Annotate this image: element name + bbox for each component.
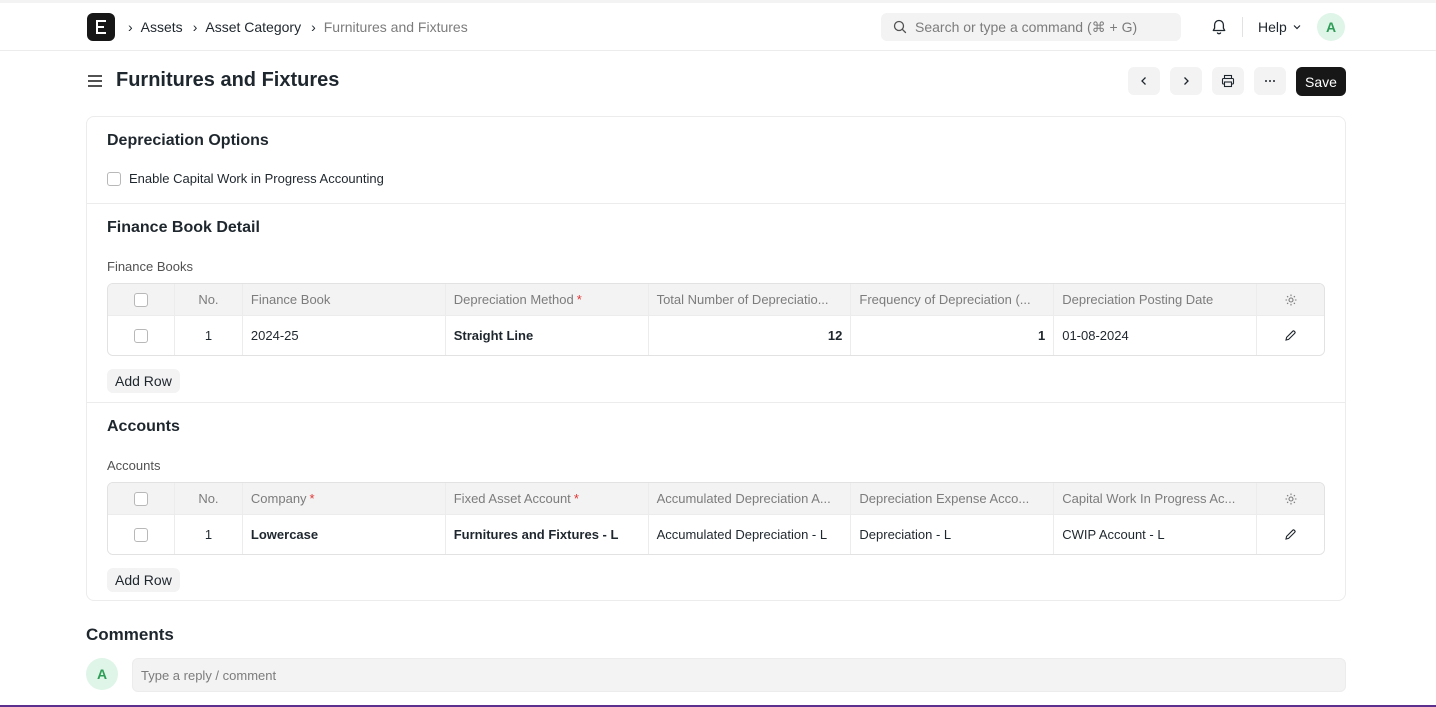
comment-input[interactable] <box>141 667 1337 683</box>
accumulated-depreciation-cell[interactable]: Accumulated Depreciation - L <box>649 515 852 554</box>
gear-icon <box>1285 493 1297 504</box>
row-checkbox[interactable] <box>133 328 148 343</box>
column-header: Frequency of Depreciation (... <box>851 284 1055 315</box>
chevron-right-icon <box>1184 77 1189 85</box>
breadcrumb: › Assets › Asset Category › Furnitures a… <box>128 17 478 37</box>
logo-e-icon <box>96 20 106 34</box>
accounts-table: No. Company * Fixed Asset Account * Accumu… <box>107 482 1325 555</box>
section-title-accounts: Accounts <box>107 418 180 435</box>
accounts-label: Accounts <box>107 458 161 473</box>
column-header-required: Depreciation Method * <box>446 284 649 315</box>
ellipsis-icon <box>1265 80 1275 82</box>
row-number: 1 <box>175 515 243 554</box>
comment-avatar: A <box>86 658 118 690</box>
cwip-account-cell[interactable]: CWIP Account - L <box>1054 515 1258 554</box>
required-marker: * <box>573 491 579 506</box>
column-header-label: Company <box>250 491 307 506</box>
form-card: Depreciation Options Enable Capital Work… <box>86 116 1346 601</box>
fixed-asset-account-cell[interactable]: Furnitures and Fixtures - L <box>446 515 649 554</box>
finance-books-label: Finance Books <box>107 259 193 274</box>
section-divider <box>87 402 1345 403</box>
frequency-cell[interactable]: 1 <box>851 316 1055 355</box>
row-checkbox[interactable] <box>133 527 148 542</box>
breadcrumb-assets[interactable]: Assets <box>141 19 183 35</box>
breadcrumb-asset-category[interactable]: Asset Category <box>205 19 301 35</box>
table-row[interactable]: 1 2024-25 Straight Line 12 1 01-08-2024 <box>108 316 1324 355</box>
gear-icon <box>1285 294 1297 305</box>
select-all-checkbox[interactable] <box>133 292 148 307</box>
section-title-finance-book-detail: Finance Book Detail <box>107 219 260 236</box>
posting-date-cell[interactable]: 01-08-2024 <box>1054 316 1258 355</box>
column-settings-button[interactable] <box>1257 284 1324 315</box>
section-divider <box>87 203 1345 204</box>
select-all-cell <box>108 483 175 514</box>
cwip-accounting-checkbox[interactable] <box>107 171 121 186</box>
chevron-left-icon <box>1141 77 1146 85</box>
cwip-accounting-label: Enable Capital Work in Progress Accounti… <box>129 171 384 186</box>
previous-doc-button[interactable] <box>1128 67 1160 95</box>
column-header: No. <box>175 284 243 315</box>
column-header: Finance Book <box>243 284 446 315</box>
table-row[interactable]: 1 Lowercase Furnitures and Fixtures - L … <box>108 515 1324 554</box>
column-header: Depreciation Expense Acco... <box>851 483 1055 514</box>
finance-books-table: No. Finance Book Depreciation Method * To… <box>107 283 1325 356</box>
edit-row-button[interactable] <box>1257 515 1324 554</box>
printer-icon <box>1221 74 1235 88</box>
help-dropdown[interactable]: Help <box>1258 19 1303 35</box>
table-header: No. Finance Book Depreciation Method * To… <box>108 284 1324 316</box>
add-row-button[interactable]: Add Row <box>107 369 180 393</box>
sidebar-toggle-icon[interactable] <box>88 73 104 89</box>
column-header: Total Number of Depreciatio... <box>649 284 852 315</box>
search-icon <box>893 20 907 34</box>
chevron-right-icon: › <box>311 19 316 35</box>
row-number: 1 <box>175 316 243 355</box>
search-bar[interactable] <box>881 13 1181 41</box>
chevron-right-icon: › <box>128 19 133 35</box>
total-depreciations-cell[interactable]: 12 <box>649 316 852 355</box>
select-all-checkbox[interactable] <box>133 491 148 506</box>
save-button[interactable]: Save <box>1296 67 1346 96</box>
breadcrumb-current[interactable]: Furnitures and Fixtures <box>324 19 468 35</box>
column-header: Depreciation Posting Date <box>1054 284 1258 315</box>
notification-bell-icon[interactable] <box>1210 18 1228 36</box>
pencil-icon <box>1285 529 1296 540</box>
comment-box[interactable] <box>132 658 1346 692</box>
page-title: Furnitures and Fixtures <box>116 69 340 91</box>
user-avatar[interactable]: A <box>1317 13 1345 41</box>
add-row-button[interactable]: Add Row <box>107 568 180 592</box>
section-title-depreciation-options: Depreciation Options <box>107 132 269 149</box>
column-settings-button[interactable] <box>1257 483 1324 514</box>
column-header: Capital Work In Progress Ac... <box>1054 483 1258 514</box>
next-doc-button[interactable] <box>1170 67 1202 95</box>
finance-book-cell[interactable]: 2024-25 <box>243 316 446 355</box>
app-logo[interactable] <box>87 13 115 41</box>
depreciation-expense-cell[interactable]: Depreciation - L <box>851 515 1055 554</box>
help-label: Help <box>1258 19 1287 35</box>
company-cell[interactable]: Lowercase <box>243 515 446 554</box>
print-button[interactable] <box>1212 67 1244 95</box>
more-actions-button[interactable] <box>1254 67 1286 95</box>
column-header-label: Fixed Asset Account <box>453 491 571 506</box>
row-select-cell <box>108 316 175 355</box>
pencil-icon <box>1285 330 1296 341</box>
comments-title: Comments <box>86 625 174 644</box>
table-header: No. Company * Fixed Asset Account * Accumu… <box>108 483 1324 515</box>
row-select-cell <box>108 515 175 554</box>
column-header-required: Company * <box>243 483 446 514</box>
cwip-accounting-field[interactable]: Enable Capital Work in Progress Accounti… <box>107 171 384 186</box>
chevron-down-icon <box>1293 25 1301 30</box>
navbar-divider <box>1242 17 1243 37</box>
edit-row-button[interactable] <box>1257 316 1324 355</box>
required-marker: * <box>576 292 582 307</box>
column-header: No. <box>175 483 243 514</box>
search-input[interactable] <box>915 19 1165 35</box>
column-header-label: Depreciation Method <box>453 292 574 307</box>
chevron-right-icon: › <box>192 19 198 35</box>
depreciation-method-cell[interactable]: Straight Line <box>446 316 649 355</box>
column-header: Accumulated Depreciation A... <box>649 483 852 514</box>
select-all-cell <box>108 284 175 315</box>
column-header-required: Fixed Asset Account * <box>446 483 649 514</box>
navbar: › Assets › Asset Category › Furnitures a… <box>0 3 1436 51</box>
required-marker: * <box>309 491 315 506</box>
